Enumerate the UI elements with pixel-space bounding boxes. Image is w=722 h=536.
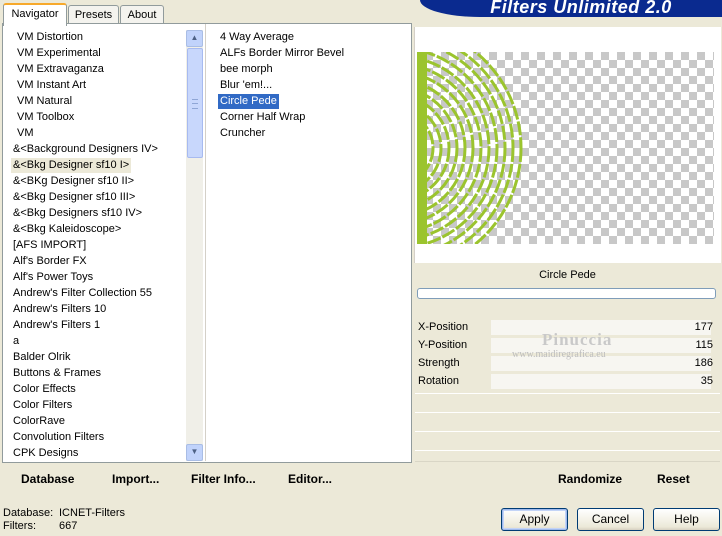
apply-button[interactable]: Apply bbox=[501, 508, 568, 531]
list-divider bbox=[205, 24, 206, 461]
category-item[interactable]: CPK Designs bbox=[11, 446, 80, 460]
filter-info-button[interactable]: Filter Info... bbox=[191, 471, 261, 487]
category-item[interactable]: Buttons & Frames bbox=[11, 366, 103, 381]
randomize-button[interactable]: Randomize bbox=[558, 471, 628, 487]
app-title: Filters Unlimited 2.0 bbox=[490, 0, 672, 17]
parameter-name: Y-Position bbox=[418, 339, 468, 351]
category-item[interactable]: VM bbox=[15, 126, 36, 141]
category-item[interactable]: ColorRave bbox=[11, 414, 67, 429]
help-button[interactable]: Help bbox=[653, 508, 720, 531]
parameter-name: Strength bbox=[418, 357, 460, 369]
category-item[interactable]: &<BKg Designer sf10 II> bbox=[11, 174, 136, 189]
parameter-value: 35 bbox=[700, 375, 713, 387]
category-item[interactable]: &<Bkg Kaleidoscope> bbox=[11, 222, 123, 237]
scroll-up-arrow-icon[interactable]: ▲ bbox=[186, 30, 203, 47]
tab-presets[interactable]: Presets bbox=[68, 5, 119, 24]
category-item[interactable]: VM Instant Art bbox=[15, 78, 88, 93]
category-item[interactable]: a bbox=[11, 334, 21, 349]
parameter-name: Rotation bbox=[418, 375, 459, 387]
category-item[interactable]: [AFS IMPORT] bbox=[11, 238, 88, 253]
filter-item[interactable]: Blur 'em!... bbox=[218, 78, 274, 93]
progress-bar bbox=[417, 288, 716, 299]
category-item[interactable]: Alf's Border FX bbox=[11, 254, 89, 269]
watermark-name: Pinuccia bbox=[542, 330, 613, 349]
reset-button[interactable]: Reset bbox=[657, 471, 697, 487]
scrollbar-thumb[interactable] bbox=[187, 48, 203, 158]
preview-image bbox=[417, 52, 714, 244]
tab-navigator[interactable]: Navigator bbox=[3, 3, 67, 26]
category-item[interactable]: &<Bkg Designer sf10 III> bbox=[11, 190, 137, 205]
parameter-value: 115 bbox=[695, 339, 713, 351]
scroll-down-arrow-icon[interactable]: ▼ bbox=[186, 444, 203, 461]
filters-count-label: Filters: bbox=[3, 520, 36, 532]
category-item[interactable]: &<Bkg Designer sf10 I> bbox=[11, 158, 132, 173]
parameter-slot bbox=[415, 450, 720, 462]
import-button[interactable]: Import... bbox=[112, 471, 164, 487]
filter-item[interactable]: 4 Way Average bbox=[218, 30, 296, 45]
circle-pede-preview bbox=[417, 52, 523, 244]
filter-item[interactable]: Circle Pede bbox=[218, 94, 279, 109]
parameter-slot bbox=[415, 412, 720, 432]
filter-item[interactable]: Cruncher bbox=[218, 126, 267, 141]
grip-icon bbox=[192, 99, 198, 109]
filter-item[interactable]: Corner Half Wrap bbox=[218, 110, 307, 125]
database-value: ICNET-Filters bbox=[59, 507, 125, 519]
category-item[interactable]: Convolution Filters bbox=[11, 430, 106, 445]
category-item[interactable]: VM Natural bbox=[15, 94, 74, 109]
category-item[interactable]: &<Bkg Designers sf10 IV> bbox=[11, 206, 144, 221]
parameter-slider[interactable] bbox=[491, 374, 711, 389]
watermark-site: www.maidiregrafica.eu bbox=[512, 349, 606, 360]
parameter-slot bbox=[415, 393, 720, 413]
category-scrollbar[interactable]: ▲ ▼ bbox=[186, 30, 203, 461]
filters-count-value: 667 bbox=[59, 520, 78, 532]
parameter-value: 177 bbox=[694, 321, 713, 333]
cancel-button[interactable]: Cancel bbox=[577, 508, 644, 531]
parameter-name: X-Position bbox=[418, 321, 469, 333]
database-button[interactable]: Database bbox=[21, 471, 81, 487]
category-item[interactable]: Andrew's Filter Collection 55 bbox=[11, 286, 154, 301]
tab-about[interactable]: About bbox=[120, 5, 164, 24]
filter-list[interactable]: 4 Way Average ALFs Border Mirror Bevel bee… bbox=[208, 28, 408, 460]
category-item[interactable]: VM Extravaganza bbox=[15, 62, 106, 77]
filter-item[interactable]: bee morph bbox=[218, 62, 275, 77]
parameter-value: 186 bbox=[694, 357, 713, 369]
category-item[interactable]: Color Filters bbox=[11, 398, 74, 413]
category-item[interactable]: VM Distortion bbox=[15, 30, 85, 45]
editor-button[interactable]: Editor... bbox=[288, 471, 338, 487]
category-item[interactable]: Color Effects bbox=[11, 382, 78, 397]
selected-filter-name: Circle Pede bbox=[539, 269, 596, 281]
parameter-row[interactable]: Rotation 35 bbox=[415, 373, 720, 390]
category-item[interactable]: Balder Olrik bbox=[11, 350, 72, 365]
category-item[interactable]: VM Experimental bbox=[15, 46, 103, 61]
category-item[interactable]: Andrew's Filters 1 bbox=[11, 318, 102, 333]
category-item[interactable]: &<Background Designers IV> bbox=[11, 142, 160, 157]
database-label: Database: bbox=[3, 507, 54, 519]
filter-item[interactable]: ALFs Border Mirror Bevel bbox=[218, 46, 346, 61]
category-item[interactable]: VM Toolbox bbox=[15, 110, 76, 125]
category-item[interactable]: Andrew's Filters 10 bbox=[11, 302, 108, 317]
parameter-slot bbox=[415, 431, 720, 451]
category-list[interactable]: VM Distortion VM Experimental VM Extravaga… bbox=[3, 28, 186, 460]
category-item[interactable]: Alf's Power Toys bbox=[11, 270, 95, 285]
